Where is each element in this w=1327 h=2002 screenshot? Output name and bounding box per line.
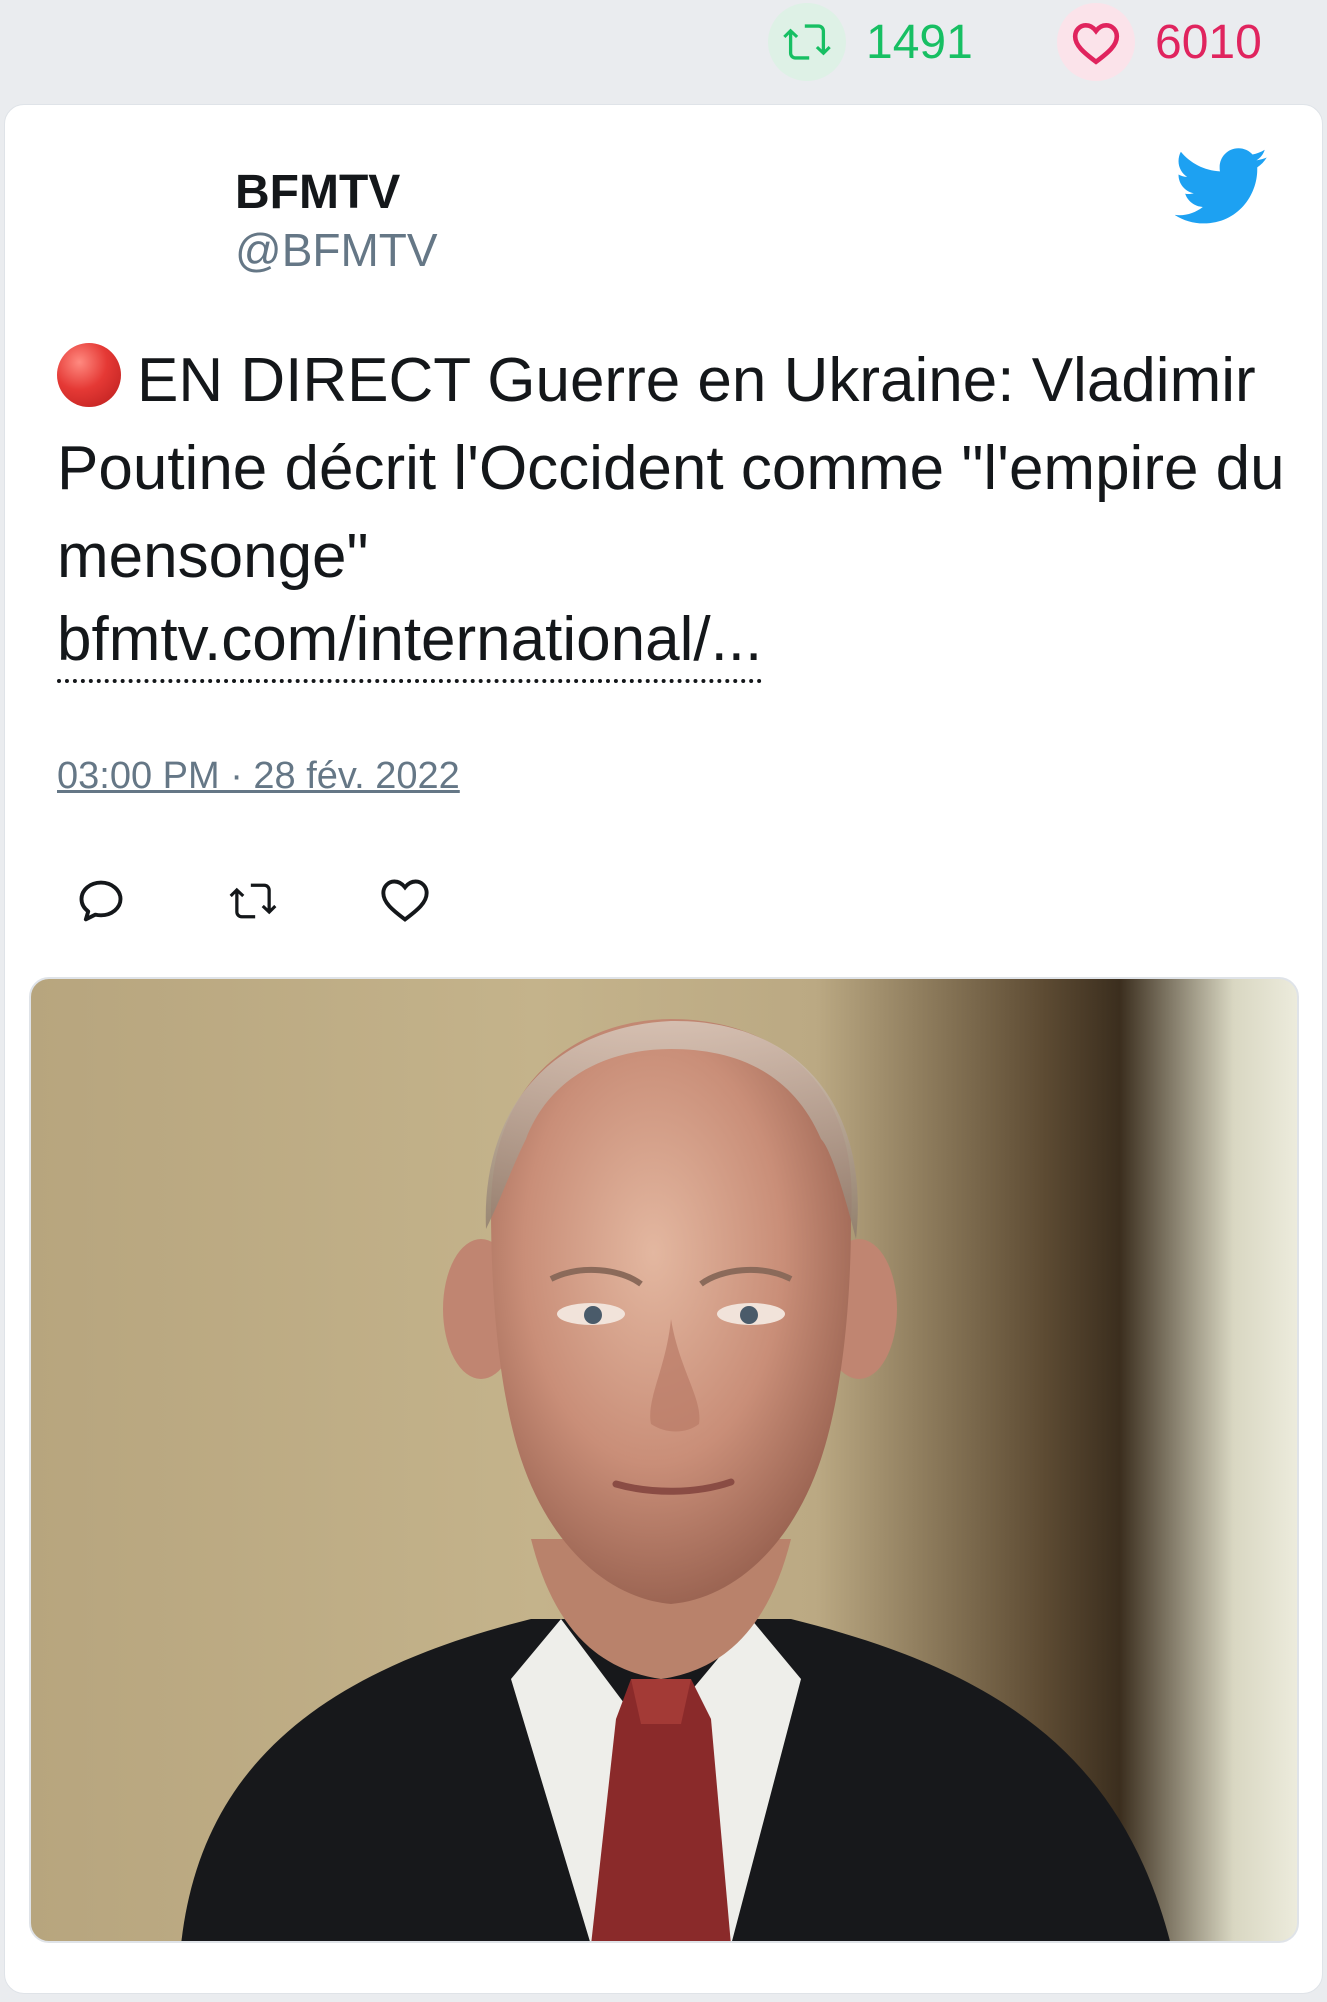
tweet-timestamp[interactable]: 03:00 PM · 28 fév. 2022 xyxy=(57,755,460,798)
twitter-bird-icon[interactable] xyxy=(1175,147,1269,227)
retweet-icon[interactable] xyxy=(768,3,846,81)
tweet-text: EN DIRECT Guerre en Ukraine: Vladimir Po… xyxy=(57,346,1285,591)
tweet-media-photo[interactable] xyxy=(29,977,1299,1943)
reply-icon[interactable] xyxy=(75,875,127,927)
retweet-icon[interactable] xyxy=(227,875,279,927)
action-bar xyxy=(75,875,531,927)
tweet-body: EN DIRECT Guerre en Ukraine: Vladimir Po… xyxy=(57,337,1287,683)
heart-icon[interactable] xyxy=(1057,3,1135,81)
like-count: 6010 xyxy=(1155,15,1262,69)
retweet-stat[interactable]: 1491 xyxy=(768,0,973,84)
red-circle-icon xyxy=(57,343,121,407)
tweet-link[interactable]: bfmtv.com/international/... xyxy=(57,601,763,683)
like-icon[interactable] xyxy=(379,875,431,927)
engagement-bar: 1491 6010 xyxy=(0,0,1327,102)
retweet-count: 1491 xyxy=(866,15,973,69)
author-block[interactable]: BFMTV @BFMTV xyxy=(235,165,438,279)
photo-of-man-in-suit xyxy=(181,1019,1170,1941)
like-stat[interactable]: 6010 xyxy=(1057,0,1262,84)
author-name[interactable]: BFMTV xyxy=(235,165,438,221)
tweet-card: BFMTV @BFMTV EN DIRECT Guerre en Ukraine… xyxy=(4,104,1323,1994)
author-handle[interactable]: @BFMTV xyxy=(235,221,438,279)
